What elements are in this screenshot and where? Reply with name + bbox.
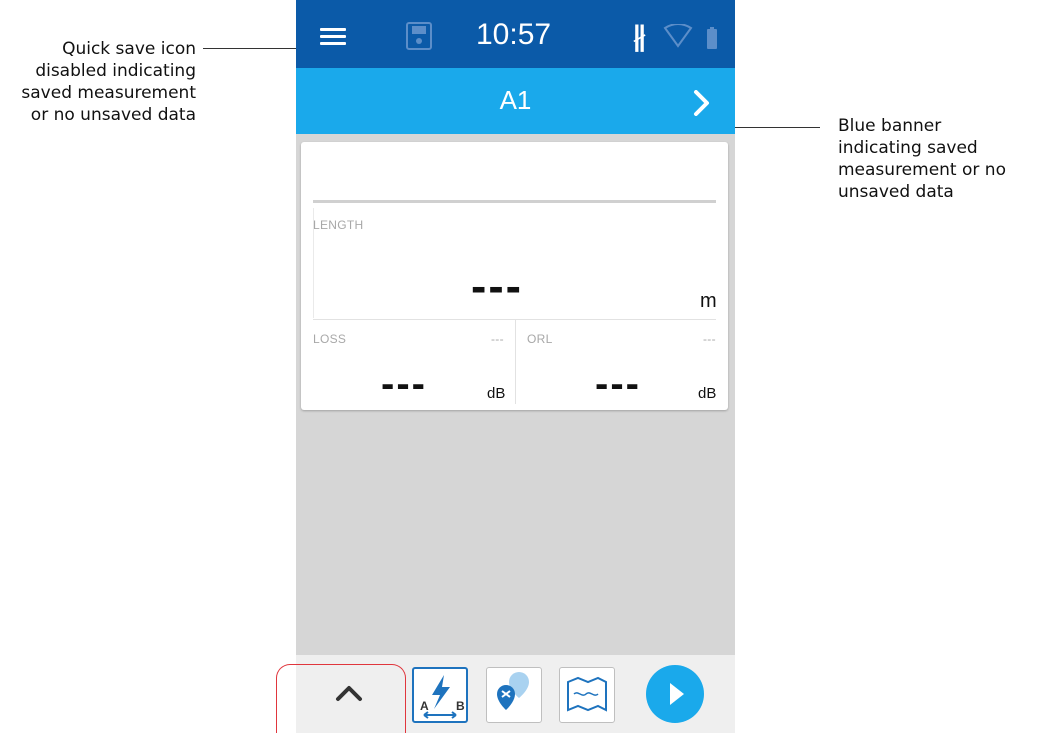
locate-fault-button[interactable]	[486, 667, 542, 723]
orl-unit: dB	[698, 385, 717, 402]
callout-line: disabled indicating	[35, 61, 196, 81]
label-a: A	[420, 699, 429, 713]
callout-line: measurement or no	[838, 160, 1006, 180]
link-ab-icon	[423, 675, 457, 719]
battery-icon	[707, 27, 717, 49]
orl-label: ORL	[527, 332, 553, 346]
clock: 10:57	[476, 18, 552, 51]
wifi-icon	[663, 24, 693, 48]
label-b: B	[456, 699, 465, 713]
loss-value: ---	[381, 362, 427, 406]
banner-title: A1	[499, 85, 532, 115]
orl-value: ---	[595, 362, 641, 406]
loss-status: ---	[491, 332, 504, 346]
menu-icon[interactable]	[320, 28, 346, 46]
status-bar: 10:57 ∦	[296, 0, 735, 68]
callout-banner: Blue banner indicating saved measurement…	[838, 115, 1038, 203]
divider	[313, 200, 716, 203]
play-button[interactable]	[646, 665, 704, 723]
loss-unit: dB	[487, 385, 506, 402]
highlight-box	[276, 664, 406, 733]
callout-line: unsaved data	[838, 182, 954, 202]
divider	[515, 319, 516, 404]
map-button[interactable]	[559, 667, 615, 723]
callout-quick-save: Quick save icon disabled indicating save…	[0, 38, 196, 126]
callout-line: Quick save icon	[62, 39, 196, 59]
length-unit: m	[700, 290, 717, 312]
callout-line: saved measurement	[21, 83, 196, 103]
callout-line: or no unsaved data	[30, 105, 196, 125]
callout-line: indicating saved	[838, 138, 978, 158]
length-value: ---	[471, 260, 523, 312]
device-screen: 10:57 ∦ A1 LENGTH --- m LOSS --- --- dB …	[296, 0, 735, 733]
callout-line: Blue banner	[838, 116, 942, 136]
map-icon	[567, 676, 607, 712]
results-card: LENGTH --- m LOSS --- --- dB ORL --- ---…	[301, 142, 728, 410]
save-icon	[406, 22, 432, 50]
locate-fault-icon	[497, 672, 529, 710]
chevron-right-icon[interactable]	[693, 90, 711, 116]
link-ab-button[interactable]: A B	[412, 667, 468, 723]
loss-label: LOSS	[313, 332, 347, 346]
play-icon	[670, 683, 684, 705]
bluetooth-icon: ∦	[632, 21, 646, 52]
orl-status: ---	[703, 332, 716, 346]
measurement-banner[interactable]: A1	[296, 68, 735, 134]
length-label: LENGTH	[313, 218, 364, 232]
